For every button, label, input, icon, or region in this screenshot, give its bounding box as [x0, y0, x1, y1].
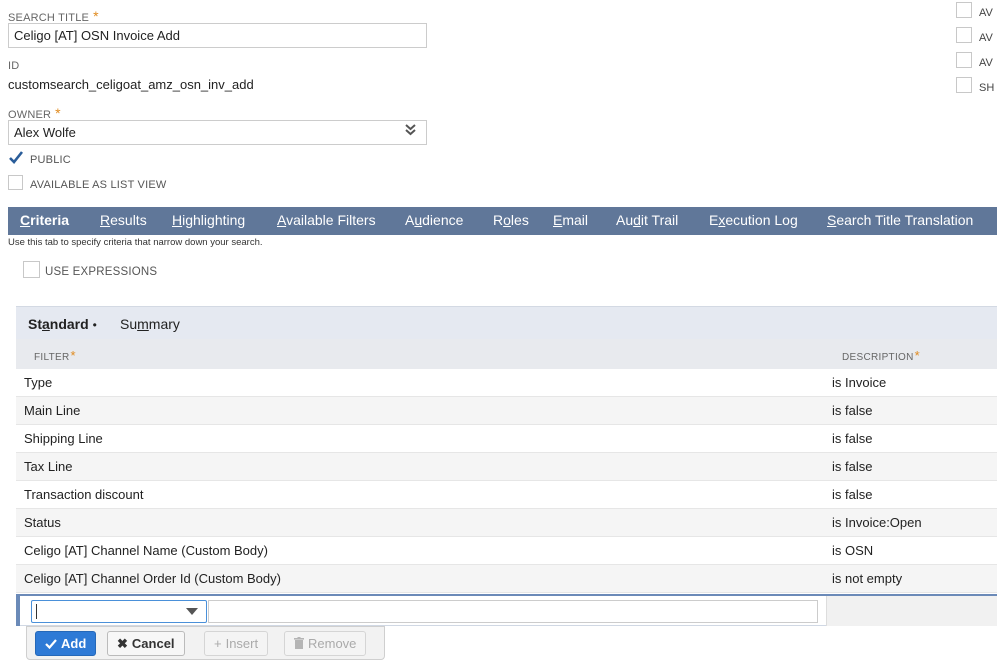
filter-cell: Celigo [AT] Channel Name (Custom Body) [24, 543, 268, 558]
checkmark-icon [45, 639, 57, 650]
tab-email[interactable]: Email [553, 212, 588, 228]
text-cursor [36, 604, 37, 619]
trash-icon [294, 637, 304, 649]
description-cell: is Invoice [832, 375, 887, 390]
column-header-description: DESCRIPTION* [842, 348, 920, 363]
description-cell: is false [832, 459, 873, 474]
search-title-input[interactable]: Celigo [AT] OSN Invoice Add [8, 23, 427, 48]
filter-cell: Tax Line [24, 459, 73, 474]
right-option-label: AV [979, 57, 993, 69]
right-option-checkbox[interactable] [956, 77, 972, 93]
public-checkbox[interactable] [8, 150, 24, 165]
row-action-bar: Add ✖ Cancel + Insert Remove [26, 626, 385, 660]
right-option-checkbox[interactable] [956, 2, 972, 18]
new-description-cell[interactable] [826, 596, 997, 626]
description-cell: is Invoice:Open [832, 515, 922, 530]
tab-search-title-translation[interactable]: Search Title Translation [827, 212, 973, 228]
table-row[interactable]: Type is Invoice [16, 369, 997, 397]
remove-button[interactable]: Remove [284, 631, 367, 656]
right-option-label: AV [979, 7, 993, 19]
table-row[interactable]: Main Line is false [16, 397, 997, 425]
id-value: customsearch_celigoat_amz_osn_inv_add [8, 77, 254, 92]
description-cell: is not empty [832, 571, 903, 586]
description-cell: is false [832, 431, 873, 446]
table-row[interactable]: Celigo [AT] Channel Name (Custom Body) i… [16, 537, 997, 565]
required-marker: * [55, 105, 61, 121]
tab-available-filters[interactable]: Available Filters [277, 212, 376, 228]
cancel-button[interactable]: ✖ Cancel [107, 631, 185, 656]
criteria-table-header: FILTER* DESCRIPTION* [16, 339, 997, 369]
list-view-checkbox[interactable] [8, 175, 23, 190]
right-option-checkbox[interactable] [956, 27, 972, 43]
filter-cell: Main Line [24, 403, 81, 418]
new-filter-select[interactable] [31, 600, 207, 623]
filter-cell: Shipping Line [24, 431, 103, 446]
double-chevron-down-icon [405, 123, 416, 138]
subtab-standard[interactable]: Standard • [28, 316, 97, 332]
tab-highlighting[interactable]: Highlighting [172, 212, 245, 228]
close-icon: ✖ [117, 636, 128, 651]
public-label: PUBLIC [30, 154, 71, 166]
description-cell: is false [832, 487, 873, 502]
table-row[interactable]: Tax Line is false [16, 453, 997, 481]
tab-audience[interactable]: Audience [405, 212, 463, 228]
tab-bar: Criteria Results Highlighting Available … [8, 207, 997, 235]
tab-roles[interactable]: Roles [493, 212, 529, 228]
new-criteria-row [16, 594, 997, 626]
criteria-subtab-bar: Standard • Summary [16, 306, 997, 339]
owner-select[interactable]: Alex Wolfe [8, 120, 427, 145]
new-filter-detail-field[interactable] [208, 600, 818, 623]
table-row[interactable]: Transaction discount is false [16, 481, 997, 509]
column-header-filter: FILTER* [34, 348, 76, 363]
right-option-checkbox[interactable] [956, 52, 972, 68]
table-row[interactable]: Celigo [AT] Channel Order Id (Custom Bod… [16, 565, 997, 593]
owner-label: OWNER * [8, 105, 61, 121]
list-view-label: AVAILABLE AS LIST VIEW [30, 179, 167, 191]
criteria-hint: Use this tab to specify criteria that na… [8, 237, 263, 248]
right-option-label: SH [979, 82, 995, 94]
edit-row-indicator [16, 596, 20, 626]
filter-cell: Transaction discount [24, 487, 144, 502]
id-label: ID [8, 60, 20, 72]
filter-cell: Celigo [AT] Channel Order Id (Custom Bod… [24, 571, 281, 586]
owner-value: Alex Wolfe [14, 125, 76, 140]
description-cell: is OSN [832, 543, 874, 558]
caret-down-icon [186, 608, 198, 615]
description-cell: is false [832, 403, 873, 418]
use-expressions-label: USE EXPRESSIONS [45, 266, 158, 278]
filter-cell: Status [24, 515, 61, 530]
table-row[interactable]: Shipping Line is false [16, 425, 997, 453]
checkmark-icon [9, 151, 24, 164]
use-expressions-checkbox[interactable] [23, 261, 40, 278]
subtab-summary[interactable]: Summary [120, 316, 180, 332]
plus-icon: + [214, 636, 222, 651]
filter-cell: Type [24, 375, 53, 390]
insert-button[interactable]: + Insert [204, 631, 269, 656]
tab-criteria[interactable]: Criteria [20, 212, 69, 228]
table-row[interactable]: Status is Invoice:Open [16, 509, 997, 537]
tab-results[interactable]: Results [100, 212, 147, 228]
required-marker: * [93, 8, 99, 24]
add-button[interactable]: Add [35, 631, 97, 656]
search-title-value: Celigo [AT] OSN Invoice Add [14, 28, 180, 43]
tab-audit-trail[interactable]: Audit Trail [616, 212, 678, 228]
tab-execution-log[interactable]: Execution Log [709, 212, 798, 228]
search-title-label: SEARCH TITLE * [8, 8, 99, 24]
right-option-label: AV [979, 32, 993, 44]
